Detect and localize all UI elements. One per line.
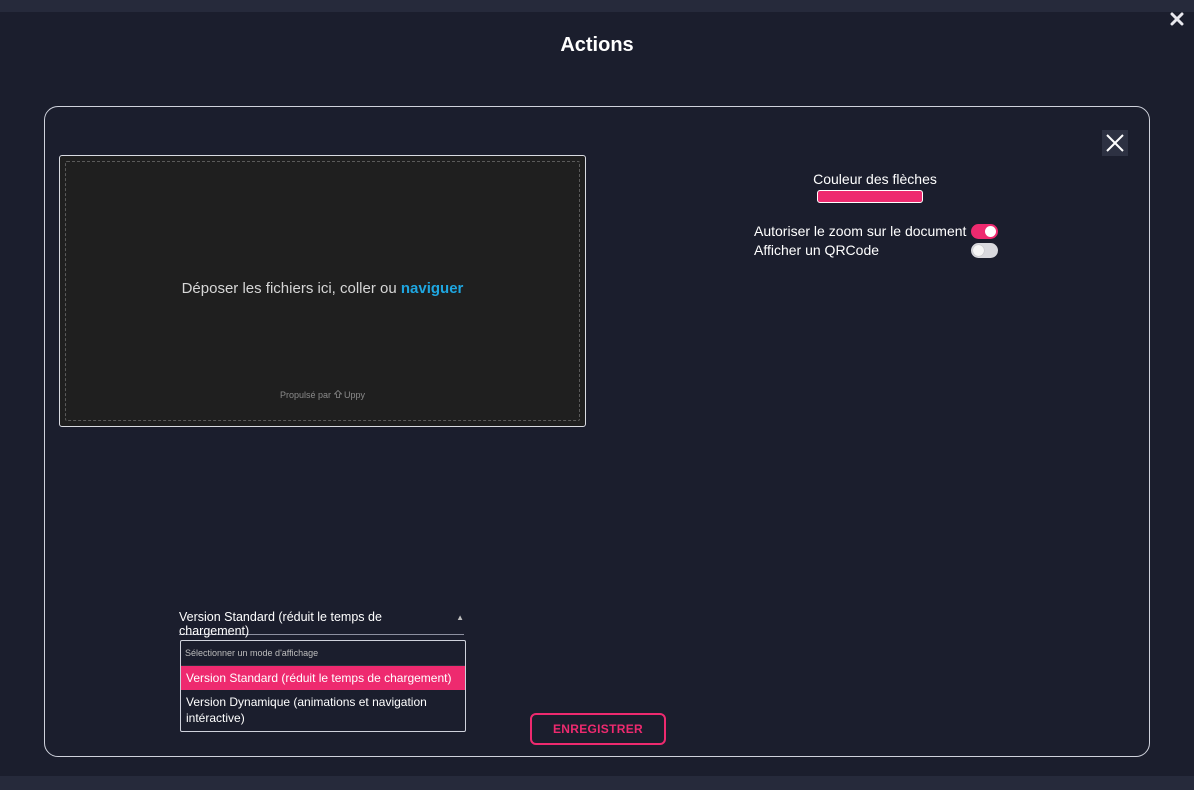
arrow-color-picker[interactable] — [817, 190, 923, 203]
uppy-brand: Uppy — [344, 390, 366, 400]
close-icon — [1106, 134, 1124, 152]
zoom-toggle-label: Autoriser le zoom sur le document — [754, 223, 967, 239]
display-mode-placeholder[interactable]: Sélectionner un mode d'affichage — [181, 641, 465, 666]
powered-by-label: Propulsé par — [279, 390, 331, 400]
modal-title: Actions — [560, 34, 634, 56]
display-mode-value: Version Standard (réduit le temps de cha… — [179, 610, 382, 638]
qrcode-toggle-row: Afficher un QRCode — [754, 241, 998, 259]
panel-close-button[interactable] — [1102, 130, 1128, 156]
bottom-strip — [0, 776, 1194, 790]
powered-by: Propulsé par Uppy — [66, 389, 579, 400]
uppy-logo-icon — [333, 389, 342, 398]
browse-link[interactable]: naviguer — [401, 280, 464, 297]
display-mode-menu: Sélectionner un mode d'affichage Version… — [180, 640, 466, 732]
toggle-knob — [985, 225, 996, 237]
dropzone-message: Déposer les fichiers ici, coller ou navi… — [66, 280, 579, 297]
display-mode-option-standard[interactable]: Version Standard (réduit le temps de cha… — [181, 666, 465, 690]
qrcode-toggle[interactable] — [971, 242, 998, 258]
zoom-toggle-row: Autoriser le zoom sur le document — [754, 222, 998, 240]
zoom-toggle[interactable] — [971, 223, 998, 239]
qrcode-toggle-label: Afficher un QRCode — [754, 242, 880, 258]
display-mode-select[interactable]: Version Standard (réduit le temps de cha… — [179, 610, 464, 638]
caret-up-icon: ▲ — [456, 613, 464, 622]
window-close-icon[interactable] — [1166, 8, 1188, 30]
file-dropzone[interactable]: Déposer les fichiers ici, coller ou navi… — [59, 155, 586, 427]
app-root: Actions Déposer les fichiers ici, coller… — [0, 0, 1194, 790]
toggle-knob — [973, 244, 984, 256]
arrow-color-label: Couleur des flèches — [813, 171, 937, 187]
drop-instruction: Déposer les fichiers ici, coller ou — [181, 280, 397, 297]
display-mode-option-dynamic[interactable]: Version Dynamique (animations et navigat… — [181, 690, 465, 730]
dropzone-dashed-area: Déposer les fichiers ici, coller ou navi… — [65, 161, 580, 421]
top-strip — [0, 0, 1194, 12]
save-button[interactable]: ENREGISTRER — [530, 713, 666, 745]
